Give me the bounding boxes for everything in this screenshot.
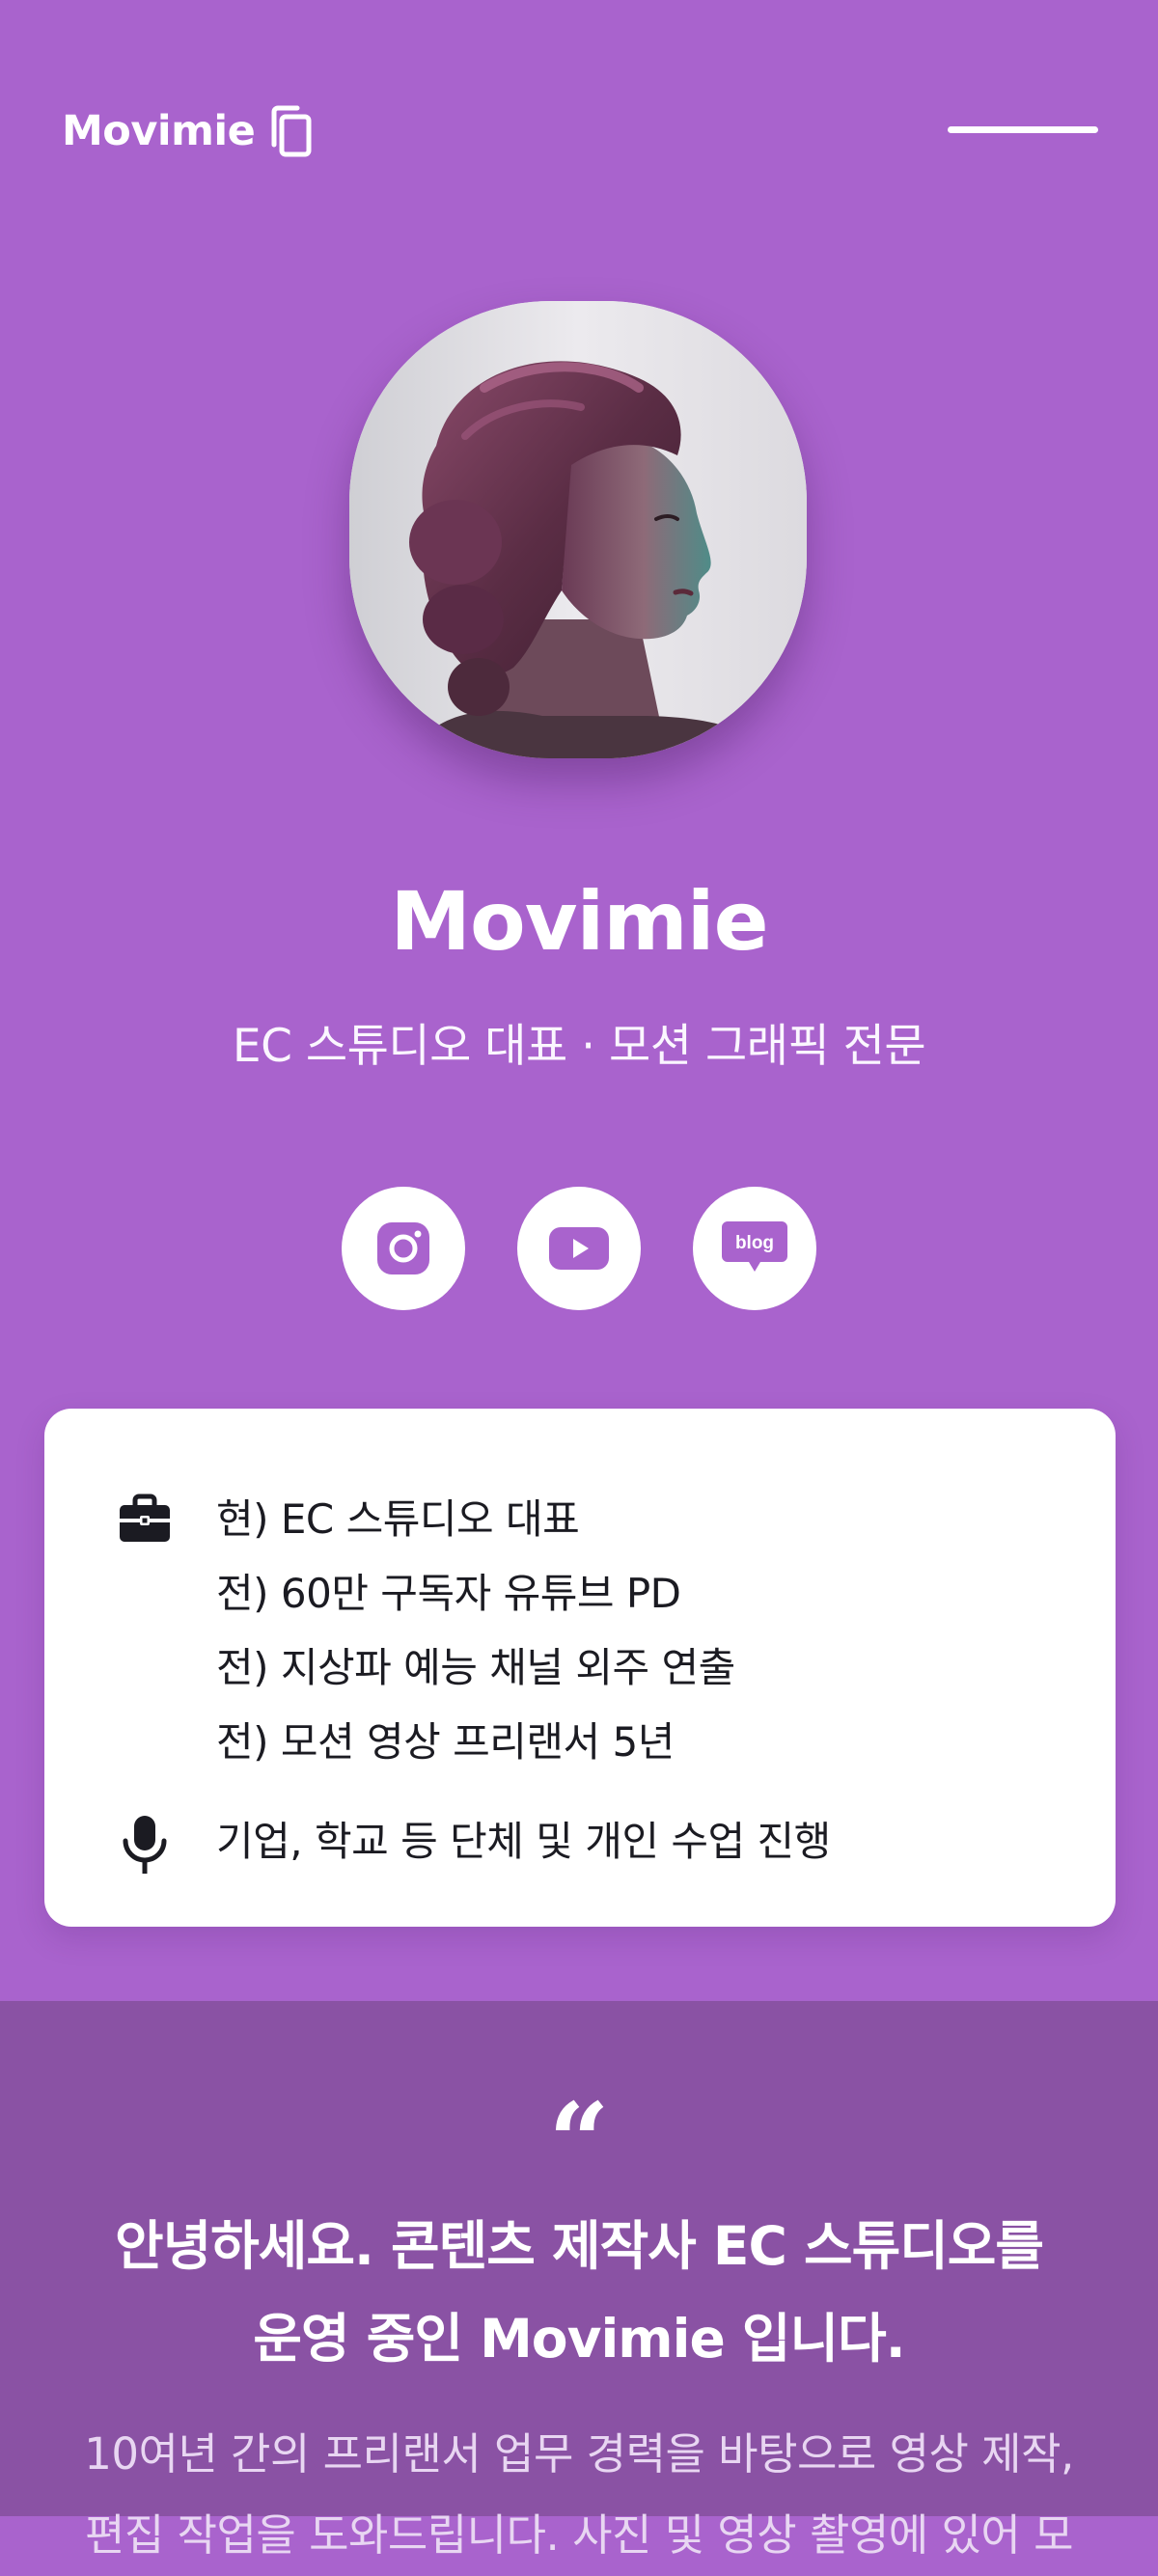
blog-label: blog (735, 1233, 774, 1253)
instagram-icon (377, 1222, 429, 1274)
profile-subtitle: EC 스튜디오 대표 · 모션 그래픽 전문 (232, 1020, 926, 1073)
brand-name: Movimie (62, 107, 256, 155)
microphone-icon (116, 1814, 174, 1874)
intro-body-line: 편집 작업을 도와드립니다. 사진 및 영상 촬영에 있어 모 (84, 2509, 1074, 2561)
intro-body-line: 10여년 간의 프리랜서 업무 경력을 바탕으로 영상 제작, (84, 2428, 1074, 2480)
career-item: 전) 60만 구독자 유튜브 PD (216, 1570, 681, 1617)
intro-body: 10여년 간의 프리랜서 업무 경력을 바탕으로 영상 제작, 편집 작업을 도… (0, 2414, 1158, 2576)
intro-title-line: 안녕하세요. 콘텐츠 제작사 EC 스튜디오를 (114, 2215, 1044, 2277)
info-card: 현) EC 스튜디오 대표 전) 60만 구독자 유튜브 PD 전) 지상파 예… (44, 1409, 1116, 1927)
career-item: 현) EC 스튜디오 대표 (216, 1495, 580, 1543)
youtube-button[interactable] (517, 1187, 641, 1310)
profile-name: Movimie (390, 874, 768, 969)
briefcase-icon (116, 1492, 174, 1549)
youtube-icon (549, 1227, 609, 1270)
brand-link[interactable]: Movimie (62, 96, 315, 166)
lecture-item: 기업, 학교 등 단체 및 개인 수업 진행 (216, 1818, 831, 1865)
blog-button[interactable]: blog (693, 1187, 816, 1310)
instagram-button[interactable] (342, 1187, 465, 1310)
menu-button[interactable] (948, 106, 1098, 152)
header: Movimie (0, 0, 1158, 260)
quote-mark: “ (548, 2094, 610, 2171)
lecture-text: 기업, 학교 등 단체 및 개인 수업 진행 (216, 1804, 831, 1878)
intro-title-line: 운영 중인 Movimie 입니다. (253, 2308, 905, 2370)
menu-icon (948, 125, 1098, 133)
career-list: 현) EC 스튜디오 대표 전) 60만 구독자 유튜브 PD 전) 지상파 예… (216, 1482, 735, 1779)
career-item: 전) 지상파 예능 채널 외주 연출 (216, 1644, 735, 1691)
career-item: 전) 모션 영상 프리랜서 5년 (216, 1718, 675, 1766)
profile-avatar (349, 301, 807, 758)
social-links: blog (342, 1187, 816, 1310)
blog-icon: blog (722, 1221, 787, 1272)
copy-icon (268, 104, 315, 158)
intro-title: 안녕하세요. 콘텐츠 제작사 EC 스튜디오를 운영 중인 Movimie 입니… (0, 2200, 1158, 2385)
